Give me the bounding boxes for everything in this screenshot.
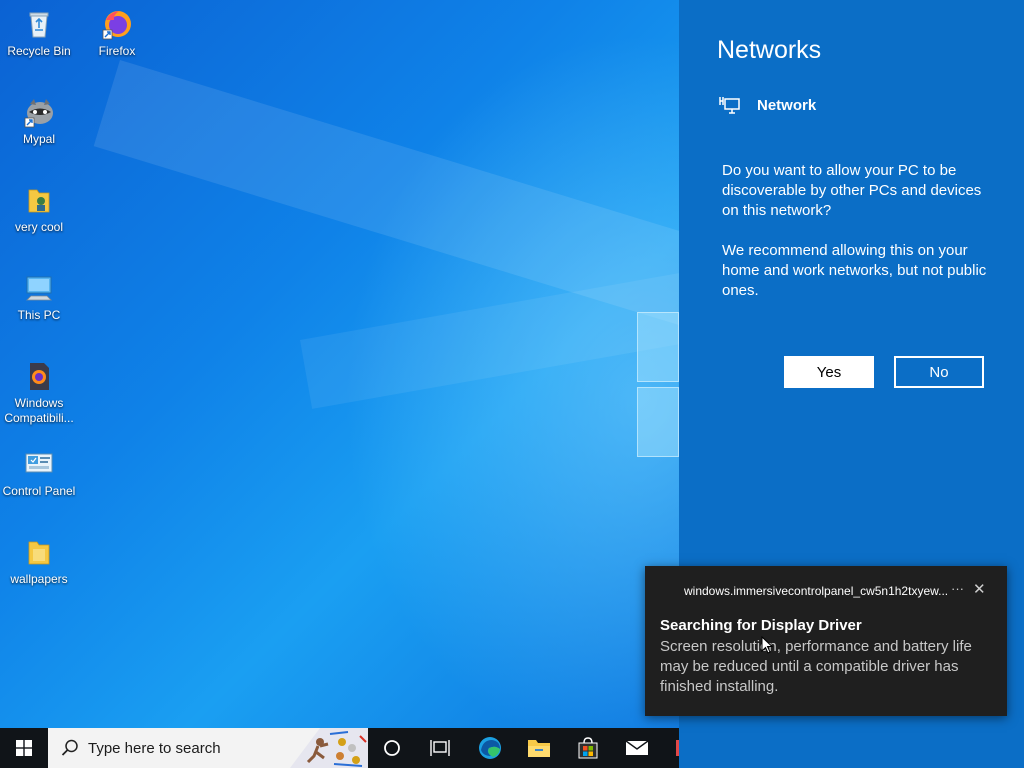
mypal-icon (24, 99, 53, 128)
folder-icon (28, 189, 50, 213)
desktop-icon-label: Mypal (22, 132, 55, 146)
yes-button[interactable]: Yes (784, 356, 874, 388)
desktop-background (0, 0, 679, 728)
desktop-icon-control-panel[interactable]: Control Panel (0, 448, 78, 499)
desktop-icon-mypal[interactable]: Mypal (0, 96, 78, 147)
file-explorer-button[interactable] (515, 728, 563, 768)
task-view-icon (430, 740, 450, 756)
desktop-icon-label: wallpapers (10, 572, 68, 586)
discoverable-message: Do you want to allow your PC to be disco… (722, 161, 992, 321)
desktop-icon-this-pc[interactable]: This PC (0, 272, 78, 323)
toast-app-name: windows.immersivecontrolpanel_cw5n1h2txy… (684, 584, 949, 598)
mail-icon (625, 740, 649, 755)
this-pc-icon (26, 276, 52, 301)
microsoft-store-button[interactable] (564, 728, 612, 768)
cortana-icon (384, 740, 400, 756)
control-panel-icon (25, 453, 53, 473)
recycle-bin-icon (29, 12, 49, 38)
close-icon[interactable]: ✕ (973, 580, 986, 598)
desktop-icon-label: Firefox (98, 44, 136, 58)
folder-icon (28, 541, 50, 565)
desktop-icon-label: Control Panel (2, 484, 76, 498)
toast-body: Screen resolution, performance and batte… (660, 638, 972, 695)
edge-icon (479, 737, 501, 759)
cortana-button[interactable] (368, 728, 416, 768)
discoverable-recommendation: We recommend allowing this on your home … (722, 242, 987, 299)
task-view-button[interactable] (416, 728, 464, 768)
discoverable-question: Do you want to allow your PC to be disco… (722, 162, 982, 219)
wallpaper-window-pane (637, 312, 679, 382)
microsoft-store-icon (578, 737, 598, 759)
wallpaper-window-pane (637, 387, 679, 457)
search-placeholder: Type here to search (88, 739, 221, 757)
toast-title: Searching for Display Driver (660, 617, 862, 634)
notification-toast[interactable]: windows.immersivecontrolpanel_cw5n1h2txy… (645, 566, 1007, 716)
mail-button[interactable] (613, 728, 661, 768)
file-explorer-icon (528, 740, 550, 757)
network-name: Network (757, 96, 817, 114)
desktop-icon-label: very cool (14, 220, 64, 234)
desktop-icon-label: Windows Compatibili... (4, 396, 74, 425)
desktop-icon-recycle-bin[interactable]: Recycle Bin (0, 8, 78, 59)
desktop-icon-windows-compatibility[interactable]: Windows Compatibili... (0, 360, 78, 426)
desktop-icon-label: This PC (17, 308, 61, 322)
no-button[interactable]: No (894, 356, 984, 388)
desktop-icon-label: Recycle Bin (7, 44, 71, 58)
start-button[interactable] (0, 728, 48, 768)
ethernet-icon (719, 97, 740, 114)
firefox-icon (102, 11, 131, 40)
windows-compatibility-icon (30, 363, 49, 390)
taskbar-search-box[interactable]: Type here to search (48, 728, 368, 768)
networks-title: Networks (717, 36, 822, 64)
more-options-icon[interactable]: ··· (951, 581, 964, 596)
search-icon (61, 739, 78, 756)
search-highlight-art (290, 728, 368, 768)
desktop-icon-wallpapers[interactable]: wallpapers (0, 536, 78, 587)
desktop-icon-very-cool[interactable]: very cool (0, 184, 78, 235)
network-item[interactable]: Network (719, 95, 816, 115)
taskbar-overflow-indicator (676, 740, 679, 756)
start-icon (16, 740, 32, 756)
desktop-icon-firefox[interactable]: Firefox (78, 8, 156, 59)
edge-button[interactable] (466, 728, 514, 768)
mouse-cursor-icon (761, 636, 773, 654)
taskbar: Type here to search (0, 728, 679, 768)
